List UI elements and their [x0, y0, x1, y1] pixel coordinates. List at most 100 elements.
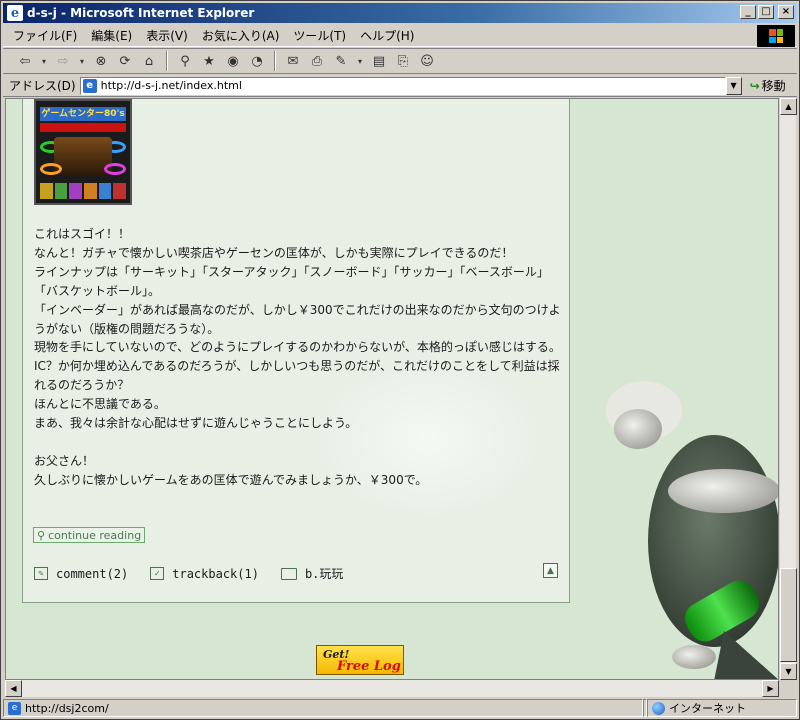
thumbnail-ring: [40, 163, 62, 175]
history-icon[interactable]: ◔: [247, 51, 267, 71]
toolbar-separator: [166, 51, 168, 71]
article-body: これはスゴイ！！ なんと！ガチャで懐かしい喫茶店やゲーセンの匡体が、しかも実際に…: [34, 225, 564, 490]
horizontal-scrollbar[interactable]: ◀ ▶: [5, 680, 779, 697]
edit-icon[interactable]: ✎: [331, 51, 351, 71]
back-dropdown-icon[interactable]: ▾: [39, 51, 49, 71]
thumbnail-title: ゲームセンター80's: [40, 107, 126, 121]
research-icon[interactable]: ⎘: [393, 51, 413, 71]
media-icon[interactable]: ◉: [223, 51, 243, 71]
article-meta: ✎ comment(2) ✓ trackback(1) b.玩玩: [34, 565, 365, 582]
article-card: ゲームセンター80's これはスゴイ！！ なんと！ガチャで懐かしい喫茶店やゲーセ…: [22, 99, 570, 603]
figure-arm: [668, 469, 778, 513]
article-paragraph: ほんとに不思議である。: [34, 397, 166, 412]
home-icon[interactable]: ⌂: [139, 51, 159, 71]
scroll-right-icon[interactable]: ▶: [762, 680, 779, 697]
article-paragraph: なんと！ガチャで懐かしい喫茶店やゲーセンの匡体が、しかも実際にプレイできるのだ！: [34, 245, 514, 260]
figure-hand: [672, 645, 716, 669]
article-paragraph: ラインナップは「サーキット」「スターアタック」「スノーボード」「サッカー」「ベー…: [34, 264, 549, 298]
magnifier-icon: ⚲: [37, 528, 46, 542]
category-label: b.玩玩: [304, 567, 344, 581]
thumbnail-ring: [104, 163, 126, 175]
forward-icon[interactable]: ⇨: [53, 51, 73, 71]
article-paragraph: IC？か何か埋め込んであるのだろうが、しかしいつも思うのだが、これだけのことをし…: [34, 359, 560, 393]
windows-logo-icon: [757, 25, 795, 47]
thumbnail-boxes: [40, 183, 127, 199]
article-paragraph: お父さん！: [34, 453, 95, 468]
page-top-icon[interactable]: ▲: [543, 563, 558, 578]
address-input[interactable]: e http://d-s-j.net/index.html: [79, 76, 726, 95]
status-bar: e http://dsj2com/ インターネット: [3, 698, 797, 718]
internet-zone-icon: [652, 701, 665, 715]
trackback-label: trackback(1): [172, 566, 259, 581]
discuss-icon[interactable]: ▤: [369, 51, 389, 71]
address-label: アドレス(D): [9, 79, 76, 93]
address-url: http://d-s-j.net/index.html: [100, 79, 242, 92]
menu-tools[interactable]: ツール(T): [293, 27, 346, 44]
product-thumbnail[interactable]: ゲームセンター80's: [34, 99, 132, 205]
ie-logo-icon: e: [7, 5, 23, 21]
minimize-button[interactable]: _: [740, 5, 756, 19]
window-title: d-s-j - Microsoft Internet Explorer: [27, 6, 255, 20]
status-message: e http://dsj2com/: [3, 699, 643, 717]
menu-file[interactable]: ファイル(F): [13, 27, 77, 44]
maximize-button[interactable]: □: [758, 5, 774, 19]
menu-help[interactable]: ヘルプ(H): [360, 27, 414, 44]
toolbar-separator: [274, 51, 276, 71]
print-icon[interactable]: ⎙: [307, 51, 327, 71]
folder-icon: [280, 567, 297, 580]
article-paragraph: これはスゴイ！！: [34, 227, 131, 241]
vertical-scrollbar[interactable]: ▲ ▼: [779, 98, 797, 680]
back-icon[interactable]: ⇦: [15, 51, 35, 71]
window-controls: _ □ ×: [740, 5, 794, 19]
comment-link[interactable]: ✎ comment(2): [34, 567, 128, 581]
page-viewport: ゲームセンター80's これはスゴイ！！ なんと！ガチャで懐かしい喫茶店やゲーセ…: [5, 98, 779, 680]
go-button[interactable]: ↪ 移動: [750, 77, 786, 94]
messenger-icon[interactable]: ☺: [417, 51, 437, 71]
address-dropdown-icon[interactable]: ▼: [725, 76, 742, 95]
comment-icon: ✎: [34, 567, 48, 580]
favorites-icon[interactable]: ★: [199, 51, 219, 71]
menu-edit[interactable]: 編集(E): [91, 27, 132, 44]
address-bar: アドレス(D) e http://d-s-j.net/index.html ▼ …: [3, 75, 797, 97]
stop-icon[interactable]: ⊗: [91, 51, 111, 71]
category-link[interactable]: b.玩玩: [280, 565, 344, 582]
status-zone: インターネット: [647, 699, 797, 717]
scroll-up-icon[interactable]: ▲: [780, 98, 797, 115]
scroll-down-icon[interactable]: ▼: [780, 663, 797, 680]
continue-reading-link[interactable]: ⚲ continue reading: [33, 527, 146, 543]
status-page-icon: e: [8, 701, 21, 715]
title-bar[interactable]: e d-s-j - Microsoft Internet Explorer _ …: [3, 3, 797, 23]
figure-head: [614, 409, 662, 449]
article-paragraph: 久しぶりに懐かしいゲームをあの匡体で遊んでみましょうか、￥300で。: [34, 472, 428, 487]
forward-dropdown-icon[interactable]: ▾: [77, 51, 87, 71]
page-icon: e: [82, 78, 97, 93]
trackback-checkbox-icon: ✓: [150, 567, 165, 580]
refresh-icon[interactable]: ⟳: [115, 51, 135, 71]
go-label: 移動: [761, 79, 786, 93]
go-arrow-icon: ↪: [749, 78, 760, 93]
article-paragraph: 「インベーダー」があれば最高なのだが、しかし￥300でこれだけの出来なのだから文…: [34, 302, 561, 336]
standard-toolbar: ⇦ ▾ ⇨ ▾ ⊗ ⟳ ⌂ ⚲ ★ ◉ ◔ ✉ ⎙ ✎ ▾ ▤ ⎘ ☺: [3, 48, 797, 74]
mail-icon[interactable]: ✉: [283, 51, 303, 71]
decorative-figure: [606, 381, 778, 679]
article-paragraph: 現物を手にしていないので、どのようにプレイするのかわからないが、本格的っぽい感じ…: [34, 340, 561, 355]
trackback-link[interactable]: ✓ trackback(1): [150, 567, 259, 581]
scrollbar-corner: [779, 680, 796, 697]
edit-dropdown-icon[interactable]: ▾: [355, 51, 365, 71]
article-paragraph: まあ、我々は余計な心配はせずに遊んじゃうことにしよう。: [34, 416, 358, 431]
status-url: http://dsj2com/: [25, 701, 109, 715]
browser-window: e d-s-j - Microsoft Internet Explorer _ …: [0, 0, 800, 720]
banner-free-log-text: Free Log: [337, 659, 401, 674]
menu-bar: ファイル(F) 編集(E) 表示(V) お気に入り(A) ツール(T) ヘルプ(…: [3, 25, 797, 47]
scroll-thumb[interactable]: [780, 568, 797, 662]
article-paragraph: [34, 433, 564, 452]
thumbnail-banner: [40, 123, 126, 132]
scroll-left-icon[interactable]: ◀: [5, 680, 22, 697]
search-icon[interactable]: ⚲: [175, 51, 195, 71]
menu-favorites[interactable]: お気に入り(A): [202, 27, 280, 44]
free-log-banner[interactable]: Get! Free Log: [316, 645, 404, 675]
comment-label: comment(2): [56, 566, 129, 581]
figure-leg: [714, 631, 778, 679]
menu-view[interactable]: 表示(V): [146, 27, 188, 44]
close-button[interactable]: ×: [778, 5, 794, 19]
